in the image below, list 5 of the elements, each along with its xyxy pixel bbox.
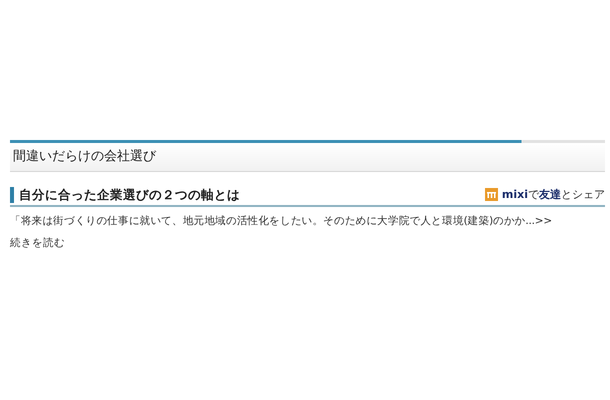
article-heading: 自分に合った企業選びの２つの軸とは (10, 187, 240, 204)
article-excerpt: 「将来は街づくりの仕事に就いて、地元地域の活性化をしたい。そのために大学院で人と環境(建築)のかか...>> (10, 214, 554, 230)
share-icon (484, 188, 498, 202)
read-more-link[interactable]: 続きを読む (10, 237, 65, 250)
share-link[interactable]: mixiで友達とシェア (484, 186, 605, 204)
